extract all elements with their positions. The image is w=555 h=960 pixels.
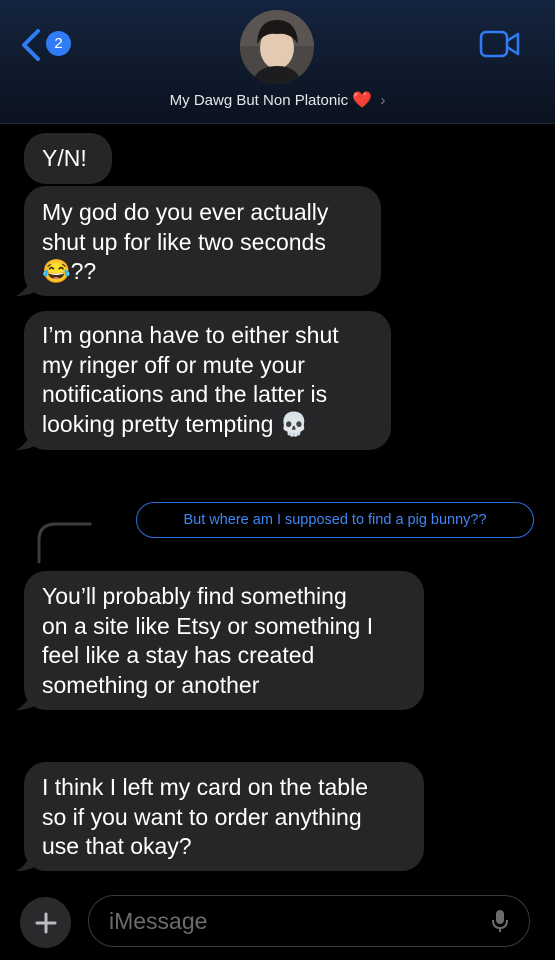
incoming-message[interactable]: I’m gonna have to either shut my ringer … bbox=[24, 311, 391, 450]
heart-emoji: ❤️ bbox=[352, 92, 373, 109]
message-line: My god do you ever actually bbox=[42, 199, 329, 225]
chevron-right-icon: › bbox=[380, 92, 386, 109]
contact-name: My Dawg But Non Platonic bbox=[169, 92, 349, 109]
message-input[interactable]: iMessage bbox=[88, 895, 530, 947]
message-line: I’m gonna have to either shut bbox=[42, 322, 339, 348]
bubble-tail bbox=[16, 428, 42, 450]
incoming-message[interactable]: Y/N! bbox=[24, 133, 112, 184]
message-line: my ringer off or mute your bbox=[42, 351, 305, 378]
video-camera-icon bbox=[479, 30, 520, 58]
reply-thread-line bbox=[37, 522, 92, 564]
avatar[interactable] bbox=[240, 10, 314, 84]
message-line: so if you want to order anything bbox=[42, 803, 362, 830]
video-call-button[interactable] bbox=[479, 30, 521, 63]
incoming-message[interactable]: My god do you ever actually shut up for … bbox=[24, 186, 381, 296]
laughing-emoji: 😂 bbox=[42, 258, 71, 284]
message-line: shut up for like two seconds bbox=[42, 228, 326, 255]
input-placeholder: iMessage bbox=[109, 908, 208, 934]
conversation-header: 2 My Dawg But Non Platonic ❤️ › bbox=[0, 0, 555, 124]
message-line: use that okay? bbox=[42, 833, 192, 859]
avatar-photo bbox=[240, 10, 314, 84]
bubble-tail bbox=[16, 849, 42, 871]
contact-name-row[interactable]: My Dawg But Non Platonic ❤️ › bbox=[0, 90, 555, 110]
microphone-icon[interactable] bbox=[490, 908, 510, 934]
message-text: Y/N! bbox=[42, 145, 87, 171]
unread-badge: 2 bbox=[46, 31, 71, 56]
back-button[interactable]: 2 bbox=[20, 27, 80, 63]
quoted-reply-message[interactable]: But where am I supposed to find a pig bu… bbox=[136, 502, 534, 538]
message-line: I think I left my card on the table bbox=[42, 774, 368, 800]
incoming-message[interactable]: I think I left my card on the table so i… bbox=[24, 762, 424, 871]
quoted-text: But where am I supposed to find a pig bu… bbox=[183, 512, 487, 528]
message-line: You’ll probably find something bbox=[42, 583, 347, 609]
bubble-tail bbox=[16, 688, 42, 710]
message-line: notifications and the latter is bbox=[42, 381, 328, 407]
plus-icon bbox=[35, 912, 56, 933]
message-line: ?? bbox=[70, 258, 97, 284]
message-line: feel like a stay has created bbox=[42, 642, 315, 668]
incoming-message[interactable]: You’ll probably find something on a site… bbox=[24, 571, 424, 710]
bubble-tail bbox=[16, 274, 42, 296]
apps-plus-button[interactable] bbox=[20, 897, 71, 948]
message-line: on a site like Etsy or something I bbox=[42, 612, 374, 639]
skull-emoji: 💀 bbox=[279, 410, 309, 437]
chevron-left-icon bbox=[22, 29, 40, 61]
message-line: something or another bbox=[42, 671, 260, 698]
message-line: looking pretty tempting bbox=[42, 410, 274, 437]
